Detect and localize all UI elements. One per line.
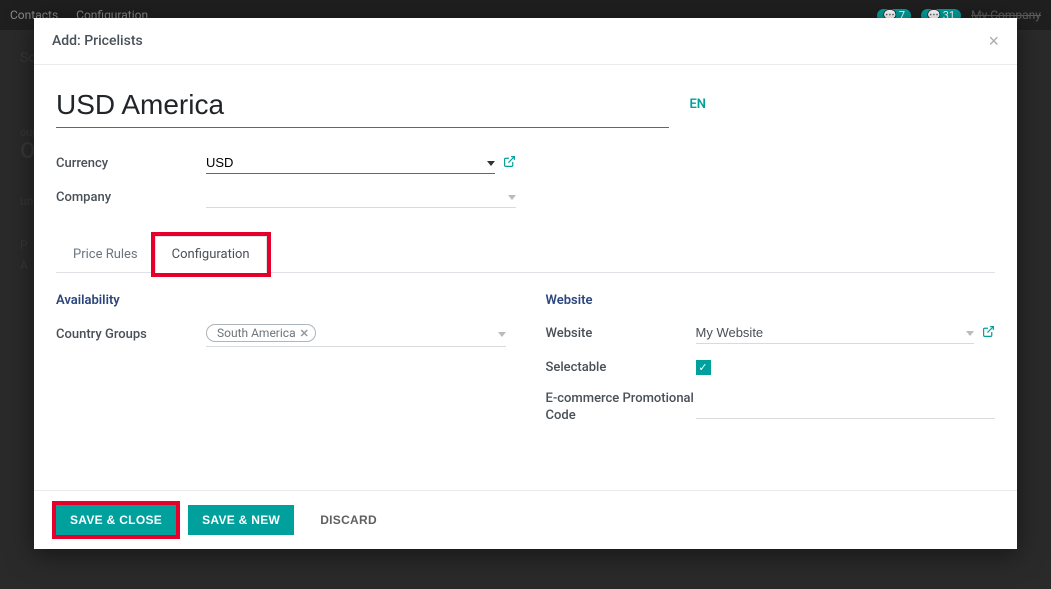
tag-label: South America: [217, 326, 296, 340]
selectable-checkbox[interactable]: ✓: [696, 360, 711, 375]
availability-title: Availability: [56, 293, 506, 308]
company-label: Company: [56, 190, 206, 205]
external-link-icon[interactable]: [503, 155, 516, 172]
modal-title: Add: Pricelists: [52, 33, 143, 49]
external-link-icon[interactable]: [982, 325, 995, 342]
modal-dialog: Add: Pricelists × EN Currency Company: [34, 18, 1017, 549]
tab-configuration[interactable]: Configuration: [155, 236, 267, 273]
ecommerce-code-label: E-commerce Promotional Code: [546, 391, 696, 425]
name-input[interactable]: [56, 87, 669, 128]
company-input[interactable]: [206, 186, 516, 208]
modal-body: EN Currency Company Price Rules Configur…: [34, 65, 1017, 490]
website-title: Website: [546, 293, 996, 308]
tabs: Price Rules Configuration: [56, 236, 995, 273]
save-and-close-button[interactable]: SAVE & CLOSE: [56, 505, 176, 535]
website-label: Website: [546, 326, 696, 341]
modal-header: Add: Pricelists ×: [34, 18, 1017, 65]
tag-remove-icon[interactable]: ✕: [300, 327, 309, 340]
close-icon[interactable]: ×: [988, 32, 999, 50]
modal-footer: SAVE & CLOSE SAVE & NEW DISCARD: [34, 490, 1017, 549]
country-group-tag[interactable]: South America ✕: [206, 324, 316, 342]
selectable-label: Selectable: [546, 360, 696, 375]
currency-input[interactable]: [206, 152, 495, 174]
discard-button[interactable]: DISCARD: [306, 505, 391, 535]
save-and-new-button[interactable]: SAVE & NEW: [188, 505, 294, 535]
ecommerce-code-input[interactable]: [696, 397, 996, 419]
country-groups-label: Country Groups: [56, 327, 206, 342]
country-groups-input[interactable]: South America ✕: [206, 322, 506, 347]
language-button[interactable]: EN: [689, 97, 706, 112]
currency-label: Currency: [56, 156, 206, 171]
website-input[interactable]: [696, 322, 975, 344]
tab-price-rules[interactable]: Price Rules: [56, 236, 155, 272]
